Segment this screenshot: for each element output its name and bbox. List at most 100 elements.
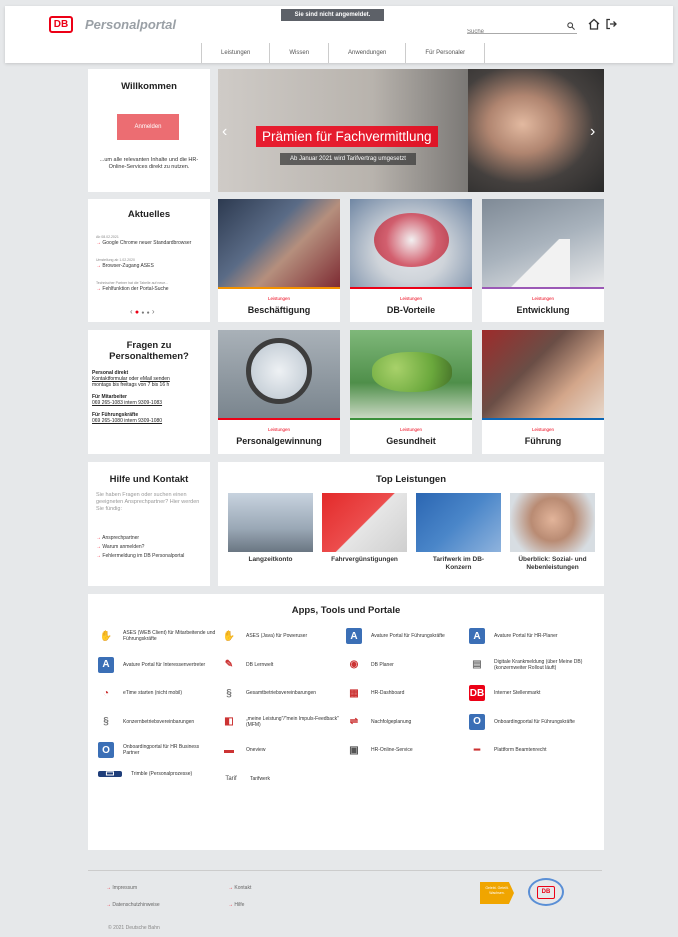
tile-gesundheit[interactable]: Leistungen Gesundheit — [350, 330, 472, 454]
hero-headline: Prämien für Fachvermittlung — [256, 126, 438, 147]
app-label: Trimble (Personalprozesse) — [131, 770, 193, 777]
nav-anwendungen[interactable]: Anwendungen — [328, 43, 405, 63]
tile-category: Leistungen — [531, 427, 555, 432]
footer-link-datenschutz[interactable]: → Datenschutzhinweise — [106, 902, 160, 908]
app-icon: ▦ — [349, 687, 359, 699]
phone-link[interactable]: 069 265-1083 intern 9309-1083 — [92, 400, 208, 406]
app-link[interactable]: ▦ HR-Dashboard — [346, 685, 464, 701]
hero-subtitle: Ab Januar 2021 wird Tarifvertrag umgeset… — [280, 153, 416, 165]
magnifier-image — [246, 338, 312, 404]
app-link[interactable]: ▣ HR-Online-Service — [346, 742, 464, 758]
app-icon: ◧ — [224, 716, 234, 727]
app-icon: ✎ — [224, 659, 234, 670]
app-link[interactable]: A Avature Portal für Führungskräfte — [346, 628, 464, 644]
prev-arrow-icon[interactable]: ‹ — [222, 123, 227, 141]
pager-dot[interactable]: ● — [141, 310, 144, 316]
hero-slider[interactable]: Prämien für Fachvermittlung Ab Januar 20… — [218, 69, 604, 192]
tile-entwicklung[interactable]: Leistungen Entwicklung — [482, 199, 604, 322]
logout-icon[interactable] — [605, 18, 617, 30]
footer-link-label: Impressum — [112, 885, 138, 891]
app-link[interactable]: § Konzernbetriebsvereinbarungen — [98, 714, 216, 730]
footer-link-impressum[interactable]: → Impressum — [106, 885, 137, 891]
app-icon: ▤ — [472, 659, 482, 670]
app-link[interactable]: ✋ ASES (WEB Client) für Mitarbeitende und… — [98, 628, 216, 644]
pager-dot-active[interactable]: ● — [135, 309, 139, 316]
news-item[interactable]: Umstellung ab 1.02.2020 → Browser-Zugang… — [96, 257, 154, 269]
news-item[interactable]: Ab 08.02.2021 → Google Chrome neuer Stan… — [96, 234, 191, 246]
news-item[interactable]: Technischer Partner hat die Tabelle auf … — [96, 280, 169, 292]
app-link[interactable]: ✎ DB Lernwelt — [221, 657, 339, 673]
app-label: Digitale Krankmeldung (über Meine DB) (k… — [494, 658, 583, 671]
help-title: Hilfe und Kontakt — [109, 474, 189, 485]
tile-category: Leistungen — [399, 296, 423, 301]
footer-link-label: Kontakt — [234, 885, 252, 891]
nav-wissen[interactable]: Wissen — [269, 43, 328, 63]
top-service-label[interactable]: Fahrvergünstigungen — [322, 556, 407, 563]
tile-personalgewinnung[interactable]: Leistungen Personalgewinnung — [218, 330, 340, 454]
top-service-image[interactable] — [322, 493, 407, 552]
help-link[interactable]: → Ansprechpartner — [96, 534, 184, 543]
tile-beschaeftigung[interactable]: Leistungen Beschäftigung — [218, 199, 340, 322]
next-icon[interactable]: › — [152, 307, 155, 316]
footer-link-hilfe[interactable]: → Hilfe — [228, 902, 244, 908]
top-service-image[interactable] — [510, 493, 595, 552]
nav-personaler[interactable]: Für Personaler — [405, 43, 486, 63]
tile-image — [218, 330, 340, 418]
app-icon: § — [226, 687, 232, 699]
help-link-label: Warum anmelden? — [102, 544, 145, 550]
footer-link-kontakt[interactable]: → Kontakt — [228, 885, 251, 891]
top-service-label[interactable]: Langzeitkonto — [228, 556, 313, 563]
search-icon[interactable] — [567, 22, 575, 30]
app-link[interactable]: O Onboardingportal für Führungskräfte — [469, 713, 587, 730]
app-link[interactable]: DB Interner Stellenmarkt — [469, 685, 587, 701]
app-link[interactable]: ▬ Oneview — [221, 742, 339, 758]
login-button[interactable]: Anmelden — [117, 114, 179, 140]
app-link[interactable]: O Onboardingportal für HR Business Partne… — [98, 742, 216, 758]
app-icon: ◉ — [349, 659, 359, 670]
app-label: Nachfolgeplanung — [371, 718, 412, 725]
help-link[interactable]: → Warum anmelden? — [96, 543, 184, 552]
tile-db-vorteile[interactable]: Leistungen DB-Vorteile — [350, 199, 472, 322]
app-label: HR-Online-Service — [371, 747, 413, 753]
login-status: Sie sind nicht angemeldet. — [281, 9, 384, 21]
app-label: Avature Portal für HR-Planer — [494, 633, 558, 639]
app-link[interactable]: ✋ ASES (Java) für Poweruser — [221, 628, 339, 644]
app-link[interactable]: Tarif Tarifwerk — [221, 771, 339, 787]
portal-title[interactable]: Personalportal — [85, 17, 176, 32]
tile-name: DB-Vorteile — [386, 305, 436, 315]
app-link[interactable]: ◔ eTime starten (nicht mobil) — [98, 685, 216, 701]
top-service-image[interactable] — [228, 493, 313, 552]
next-arrow-icon[interactable]: › — [590, 123, 595, 141]
top-service-label[interactable]: Tarifwerk im DB-Konzern — [422, 556, 495, 572]
welcome-card: Willkommen Anmelden ...um alle relevante… — [88, 69, 210, 192]
app-link[interactable]: § Gesamtbetriebsvereinbarungen — [221, 685, 339, 701]
app-link[interactable]: ⇌ Nachfolgeplanung — [346, 714, 464, 730]
app-link[interactable]: ◉ DB Planer — [346, 657, 464, 673]
home-icon[interactable] — [588, 18, 600, 30]
app-link[interactable]: ▤ Digitale Krankmeldung (über Meine DB) (… — [469, 657, 587, 673]
app-link[interactable]: ◧ „meine Leistung"/"mein Impuls-Feedback"… — [221, 714, 339, 730]
app-icon: ✋ — [222, 630, 236, 642]
top-service-image[interactable] — [416, 493, 501, 552]
app-link[interactable]: ▭ Trimble (Personalprozesse) — [98, 768, 216, 779]
search-input[interactable] — [467, 29, 557, 35]
tile-stripe — [482, 418, 604, 420]
help-link[interactable]: → Fehlermeldung im DB Personalportal — [96, 552, 184, 561]
hours-text: montags bis freitags von 7 bis 16 h — [92, 382, 170, 388]
app-link[interactable]: ━ Plattform Beamtenrecht — [469, 742, 587, 758]
prev-icon[interactable]: ‹ — [130, 307, 133, 316]
header: DB Personalportal Sie sind nicht angemel… — [5, 6, 673, 63]
app-label: Avature Portal für Führungskräfte — [371, 633, 445, 639]
tile-fuehrung[interactable]: Leistungen Führung — [482, 330, 604, 454]
tile-stripe — [350, 287, 472, 289]
top-service-label[interactable]: Überblick: Sozial- und Nebenleistungen — [510, 556, 595, 572]
pager-dot[interactable]: ● — [147, 310, 150, 316]
phone-link[interactable]: 069 265-1080 intern 9309-1080 — [92, 418, 208, 424]
nav-leistungen[interactable]: Leistungen — [201, 43, 269, 63]
app-link[interactable]: A Avature Portal für Interessenvertreter — [98, 656, 216, 673]
app-link[interactable]: A Avature Portal für HR-Planer — [469, 628, 587, 644]
badge-icon[interactable]: Gelebt. Geteilt. Wachsen. — [480, 882, 514, 904]
db-seal-icon[interactable]: DB — [528, 878, 564, 906]
db-logo[interactable]: DB — [49, 16, 73, 33]
app-icon: § — [103, 716, 109, 727]
